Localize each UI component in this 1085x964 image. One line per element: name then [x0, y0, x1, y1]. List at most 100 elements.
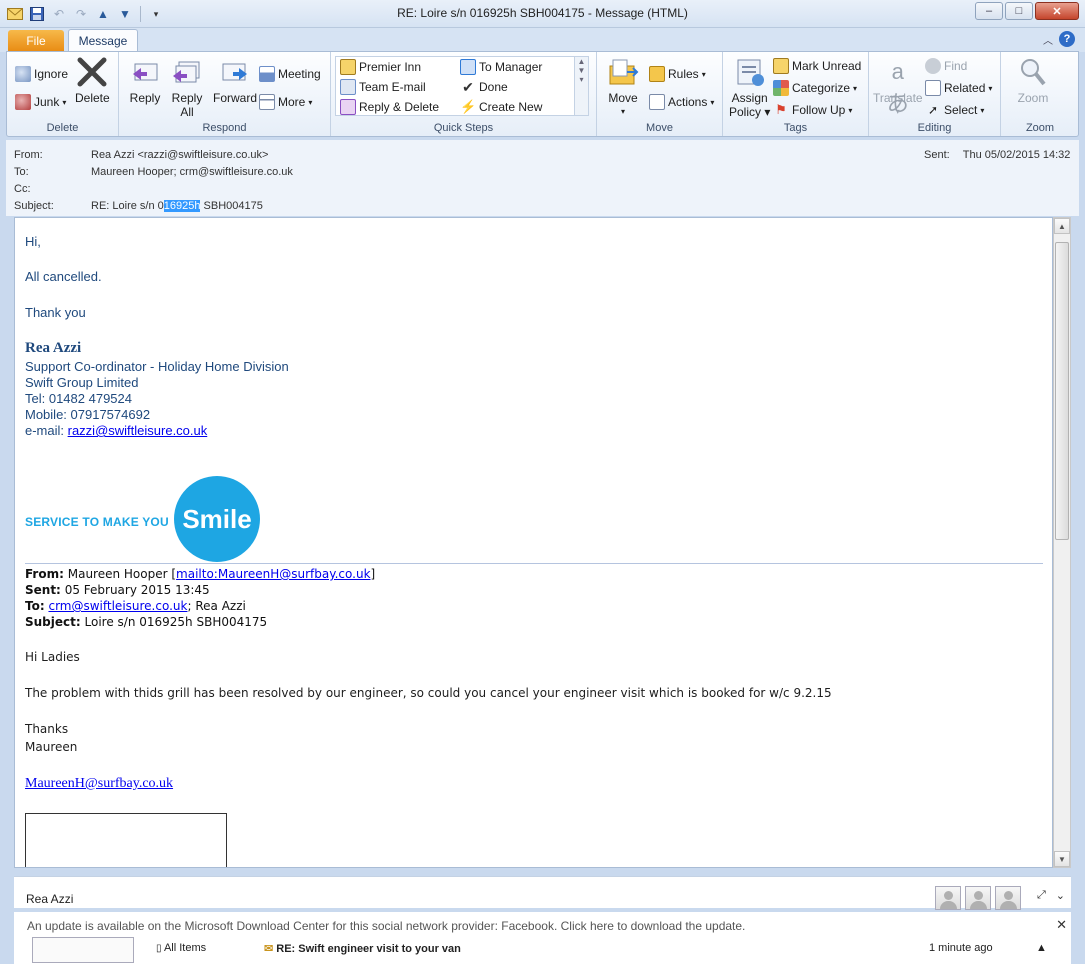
smile-logo: Smile [174, 476, 260, 562]
ignore-icon [15, 66, 31, 82]
activity-folder[interactable]: ▯ All Items [156, 942, 206, 954]
binoculars-icon [925, 58, 941, 74]
group-label-quick-steps: Quick Steps [433, 122, 494, 134]
group-respond: Reply Reply All Forward Meeting More ▾ R… [119, 52, 331, 136]
tab-file[interactable]: File [8, 30, 64, 52]
avatar[interactable] [935, 886, 961, 910]
scroll-up-arrow[interactable]: ▲ [1054, 218, 1070, 234]
update-notification-bar[interactable]: An update is available on the Microsoft … [14, 912, 1071, 936]
group-tags: Assign Policy ▾ Mark Unread Categorize ▾… [723, 52, 869, 136]
junk-button[interactable]: Junk ▾ [15, 92, 66, 112]
quick-step-team-email[interactable]: Team E-mail [340, 77, 426, 97]
envelope-arrow-icon [340, 59, 356, 75]
people-pane-controls: ⤢ ⌄ [1037, 889, 1065, 902]
people-pane: Rea Azzi ⤢ ⌄ [14, 876, 1071, 910]
reply-all-button[interactable]: Reply All [171, 56, 203, 119]
activity-scroll-icon[interactable]: ▲ [1036, 942, 1047, 954]
fwd-email-link[interactable]: MaureenH@surfbay.co.uk [25, 776, 173, 791]
to-value[interactable]: Maureen Hooper; crm@swiftleisure.co.uk [91, 166, 293, 178]
delete-button[interactable]: Delete [75, 56, 110, 105]
minimize-button[interactable]: – [975, 2, 1003, 20]
chevron-down-icon: ▾ [308, 97, 313, 107]
collapse-ribbon-icon[interactable]: ︿ [1043, 32, 1053, 47]
meeting-label: Meeting [278, 67, 321, 81]
categorize-button[interactable]: Categorize ▾ [773, 78, 857, 98]
fwd-from-mailto-link[interactable]: mailto:MaureenH@surfbay.co.uk [176, 567, 370, 581]
scroll-down-arrow[interactable]: ▼ [1054, 851, 1070, 867]
group-label-delete: Delete [46, 122, 79, 134]
more-icon [259, 94, 275, 110]
actions-label: Actions [668, 95, 708, 109]
quick-step-create-new[interactable]: ⚡ Create New [460, 97, 542, 117]
quick-step-label: Premier Inn [359, 60, 422, 74]
lightning-icon: ⚡ [460, 99, 477, 114]
quick-steps-scroll[interactable]: ▲ ▼ ▾ [574, 57, 588, 115]
mark-unread-button[interactable]: Mark Unread [773, 56, 861, 76]
activity-item[interactable]: ✉ RE: Swift engineer visit to your van [264, 942, 461, 955]
fwd-to-row: To: crm@swiftleisure.co.uk; Rea Azzi [25, 599, 246, 613]
select-button[interactable]: ➚ Select ▾ [925, 100, 984, 120]
close-icon[interactable]: ✕ [1056, 917, 1067, 933]
quick-step-done[interactable]: ✔ Done [460, 77, 508, 97]
group-move: Move ▾ Rules ▾ Actions ▾ Move [597, 52, 723, 136]
from-label: From: [14, 149, 43, 161]
zoom-button[interactable]: Zoom [1017, 56, 1049, 105]
signature-company: Swift Group Limited [25, 375, 139, 390]
reply-all-icon [173, 61, 200, 83]
forward-label: Forward [213, 91, 258, 105]
group-label-tags: Tags [783, 122, 808, 134]
fwd-email-row: MaureenH@surfbay.co.uk [25, 776, 173, 792]
message-scrollbar[interactable]: ▲ ▼ [1053, 217, 1071, 868]
chevron-down-icon: ▾ [988, 83, 993, 93]
quick-step-premier-inn[interactable]: Premier Inn [340, 57, 421, 77]
assign-policy-button[interactable]: Assign Policy ▾ [729, 56, 770, 119]
title-bar: ↶ ↷ ▲ ▼ ▾ RE: Loire s/n 016925h SBH00417… [0, 0, 1085, 28]
close-button[interactable]: ✕ [1035, 2, 1079, 20]
find-button[interactable]: Find [925, 56, 967, 76]
quick-step-reply-delete[interactable]: Reply & Delete [340, 97, 439, 117]
follow-up-button[interactable]: ⚑ Follow Up ▾ [773, 100, 852, 120]
forward-button[interactable]: Forward [213, 56, 257, 105]
activity-strip: ▯ All Items ✉ RE: Swift engineer visit t… [14, 936, 1071, 964]
move-button[interactable]: Move ▾ [607, 56, 639, 119]
expand-icon[interactable]: ⤢ [1037, 889, 1046, 902]
group-label-editing: Editing [917, 122, 952, 134]
fwd-to-link[interactable]: crm@swiftleisure.co.uk [48, 599, 187, 613]
magnifier-icon [1021, 59, 1046, 86]
group-label-move: Move [646, 122, 673, 134]
reply-divider [25, 563, 1043, 564]
tab-message[interactable]: Message [68, 29, 138, 53]
envelope-icon: ✉ [264, 943, 274, 955]
related-button[interactable]: Related ▾ [925, 78, 992, 98]
chevron-down-icon: ▾ [895, 107, 900, 116]
ribbon-tabs: File Message ︿ ? [0, 28, 1085, 53]
signature-email-link[interactable]: razzi@swiftleisure.co.uk [68, 423, 208, 438]
chevron-down-icon: ▾ [980, 105, 985, 115]
rules-label: Rules [668, 67, 699, 81]
chevron-down-icon[interactable]: ⌄ [1056, 889, 1065, 902]
fwd-from-label: From: [25, 567, 64, 581]
reply-button[interactable]: Reply [129, 56, 161, 105]
maximize-button[interactable]: □ [1005, 2, 1033, 20]
meeting-button[interactable]: Meeting [259, 64, 321, 84]
ignore-button[interactable]: Ignore [15, 64, 68, 84]
avatar[interactable] [995, 886, 1021, 910]
update-notification-text[interactable]: An update is available on the Microsoft … [27, 919, 745, 933]
quick-step-to-manager[interactable]: To Manager [460, 57, 542, 77]
avatar[interactable] [965, 886, 991, 910]
body-thanks: Thank you [25, 305, 86, 320]
translate-button[interactable]: aあ Translate ▾ [873, 56, 923, 119]
message-body[interactable]: Hi, All cancelled. Thank you Rea Azzi Su… [14, 217, 1053, 868]
actions-button[interactable]: Actions ▾ [649, 92, 714, 112]
fwd-name: Maureen [25, 740, 78, 754]
quick-step-label: Team E-mail [359, 80, 426, 94]
activity-tab-box[interactable] [32, 937, 134, 963]
from-value[interactable]: Rea Azzi <razzi@swiftleisure.co.uk> [91, 149, 268, 161]
help-icon[interactable]: ? [1059, 31, 1075, 47]
subject-value[interactable]: RE: Loire s/n 016925h SBH004175 [91, 200, 263, 212]
more-respond-button[interactable]: More ▾ [259, 92, 312, 112]
flag-icon: ⚑ [775, 102, 787, 117]
group-zoom: Zoom Zoom [1001, 52, 1079, 136]
rules-button[interactable]: Rules ▾ [649, 64, 706, 84]
scroll-thumb[interactable] [1055, 242, 1069, 540]
